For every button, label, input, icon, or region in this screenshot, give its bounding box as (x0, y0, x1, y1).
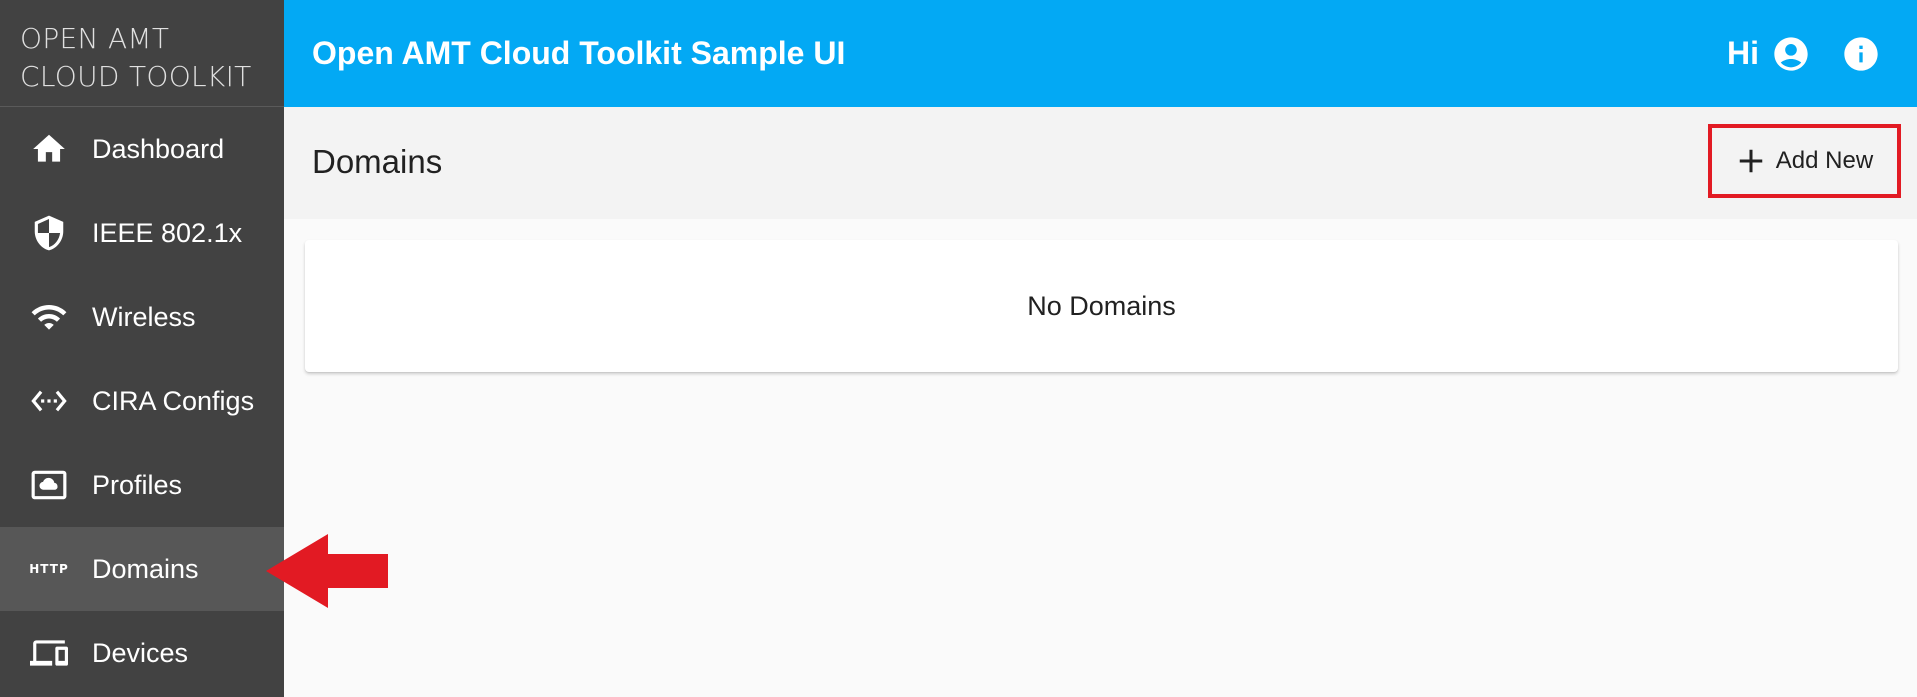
home-icon (28, 128, 70, 170)
add-new-label: Add New (1775, 147, 1874, 174)
sidebar-item-label: IEEE 802.1x (92, 217, 243, 248)
app-title: Open AMT Cloud Toolkit Sample UI (312, 35, 846, 71)
account-circle-icon[interactable] (1771, 34, 1811, 74)
sidebar-item-devices[interactable]: Devices (0, 611, 284, 695)
info-icon[interactable] (1841, 34, 1881, 74)
toolbar-actions: Hi (1727, 0, 1881, 107)
domains-empty-card: No Domains (305, 240, 1898, 372)
brand-logo[interactable]: OPEN AMT CLOUD TOOLKIT (0, 0, 284, 107)
cloud-box-icon (28, 464, 70, 506)
top-app-bar: Open AMT Cloud Toolkit Sample UI Hi (284, 0, 1917, 107)
sidebar-item-label: CIRA Configs (92, 385, 255, 416)
sidebar-item-label: Profiles (92, 469, 183, 500)
sidebar-item-label: Domains (92, 553, 199, 584)
brand-line-1: OPEN AMT (20, 22, 170, 55)
wifi-icon (28, 296, 70, 338)
devices-icon (28, 632, 70, 674)
empty-state-message: No Domains (1027, 290, 1176, 321)
brand-line-2: CLOUD TOOLKIT (20, 60, 252, 93)
sidebar: OPEN AMT CLOUD TOOLKIT Dashboard IEEE 80… (0, 0, 284, 697)
add-new-button[interactable]: Add New (1708, 124, 1901, 198)
shield-icon (28, 212, 70, 254)
settings-ethernet-icon (28, 380, 70, 422)
sidebar-item-profiles[interactable]: Profiles (0, 443, 284, 527)
sidebar-item-cira-configs[interactable]: CIRA Configs (0, 359, 284, 443)
sidebar-item-dashboard[interactable]: Dashboard (0, 107, 284, 191)
http-icon-text: HTTP (29, 562, 69, 576)
plus-icon (1739, 149, 1763, 173)
sidebar-item-wireless[interactable]: Wireless (0, 275, 284, 359)
app-root: OPEN AMT CLOUD TOOLKIT Dashboard IEEE 80… (0, 0, 1917, 697)
sidebar-nav: Dashboard IEEE 802.1x Wireless CIRA Conf… (0, 107, 284, 695)
sidebar-item-ieee-8021x[interactable]: IEEE 802.1x (0, 191, 284, 275)
page-title: Domains (312, 143, 443, 180)
http-icon: HTTP (28, 548, 70, 590)
sidebar-item-label: Devices (92, 637, 189, 668)
sidebar-item-domains[interactable]: HTTP Domains (0, 527, 284, 611)
sidebar-item-label: Dashboard (92, 133, 225, 164)
user-greeting: Hi (1727, 35, 1759, 71)
annotation-arrow-icon (266, 534, 388, 608)
sidebar-item-label: Wireless (92, 301, 196, 332)
page-header: Domains Add New (284, 107, 1917, 219)
